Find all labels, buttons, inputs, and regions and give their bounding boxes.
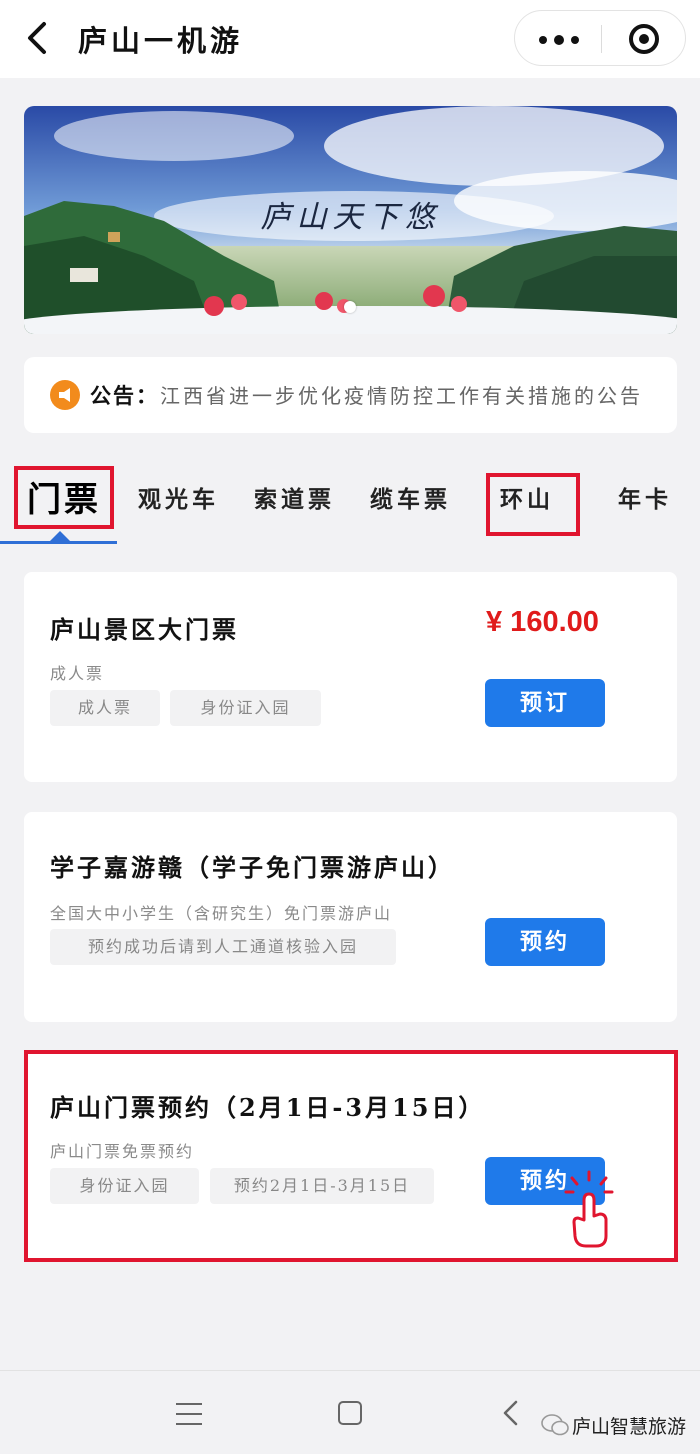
ticket-subtitle: 全国大中小学生（含研究生）免门票游庐山 <box>50 904 393 923</box>
ticket-price: ¥ 160.00 <box>486 606 599 638</box>
close-mini-program-button[interactable] <box>602 11 687 67</box>
mini-program-capsule <box>514 10 686 66</box>
tab-sightseeing-bus[interactable]: 观光车 <box>138 480 219 514</box>
more-dots-icon <box>554 35 564 45</box>
menu-icon[interactable] <box>176 1403 202 1425</box>
back-button[interactable] <box>22 18 56 58</box>
ticket-subtitle: 成人票 <box>50 664 105 683</box>
wechat-icon <box>541 1414 569 1436</box>
book-button[interactable]: 预订 <box>485 679 605 727</box>
highlight-box-tickets <box>14 466 114 529</box>
watermark-text: 庐山智慧旅游 <box>572 1416 687 1438</box>
ticket-title: 庐山景区大门票 <box>50 615 239 644</box>
page-title: 庐山一机游 <box>78 24 244 58</box>
notice-bar[interactable]: 公告： 江西省进一步优化疫情防控工作有关措施的公告 <box>24 357 677 433</box>
title-bar: 庐山一机游 <box>0 0 700 78</box>
reserve-button[interactable]: 预约 <box>485 918 605 966</box>
highlight-box-around-mountain <box>486 473 580 536</box>
tab-ropeway[interactable]: 索道票 <box>254 480 335 514</box>
ticket-card: 庐山景区大门票 成人票 成人票 身份证入园 ¥ 160.00 预订 <box>24 572 677 782</box>
ticket-card: 学子嘉游赣（学子免门票游庐山） 全国大中小学生（含研究生）免门票游庐山 预约成功… <box>24 812 677 1022</box>
megaphone-icon <box>50 380 80 410</box>
ticket-tag: 身份证入园 <box>170 690 321 726</box>
tab-cable-car[interactable]: 缆车票 <box>370 480 451 514</box>
back-icon[interactable] <box>500 1399 520 1427</box>
banner-carousel[interactable]: 庐山天下悠 <box>24 106 677 334</box>
active-tab-underline <box>0 541 117 544</box>
notice-label: 公告： <box>90 384 159 408</box>
tab-annual-card[interactable]: 年卡 <box>618 480 672 514</box>
home-icon[interactable] <box>338 1401 362 1425</box>
active-tab-caret <box>50 531 70 541</box>
more-button[interactable] <box>515 11 601 67</box>
target-icon-dot <box>639 34 649 44</box>
notice-text[interactable]: 江西省进一步优化疫情防控工作有关措施的公告 <box>160 380 643 409</box>
more-dots-icon <box>571 36 579 44</box>
ticket-tag: 预约成功后请到人工通道核验入园 <box>50 929 396 965</box>
chevron-left-icon <box>28 22 46 54</box>
ticket-tag: 成人票 <box>50 690 160 726</box>
ticket-title: 学子嘉游赣（学子免门票游庐山） <box>50 853 455 882</box>
tap-hand-icon <box>564 1170 614 1248</box>
carousel-indicator[interactable] <box>344 301 356 313</box>
banner-caption: 庐山天下悠 <box>260 200 441 235</box>
more-dots-icon <box>539 36 547 44</box>
